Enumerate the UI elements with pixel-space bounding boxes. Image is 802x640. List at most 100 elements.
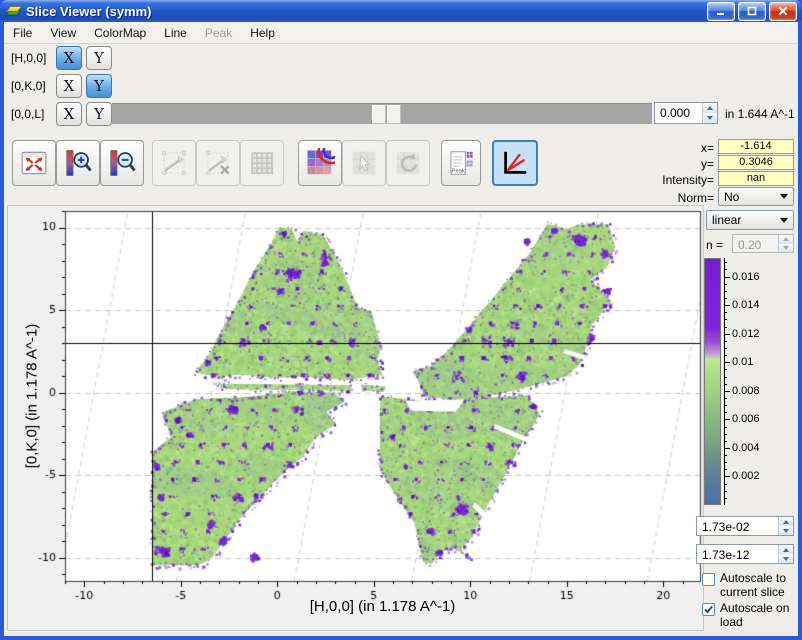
title-bar[interactable]: Slice Viewer (symm) <box>0 0 802 22</box>
colorbar-minor-tick <box>724 262 727 263</box>
min-value[interactable]: 1.73e-12 <box>697 545 778 563</box>
slice-slider[interactable] <box>112 103 652 124</box>
slice-value[interactable]: 0.000 <box>655 103 702 123</box>
norm-label: Norm= <box>602 191 714 205</box>
slice-value-up[interactable] <box>703 103 717 113</box>
colorbar-minor-tick <box>724 348 727 349</box>
colorbar-minor-tick <box>724 455 727 456</box>
slice-value-down[interactable] <box>703 113 717 123</box>
y-readout-value: 0.3046 <box>718 155 794 170</box>
min-up[interactable] <box>779 545 793 554</box>
colorbar-minor-tick <box>724 384 727 385</box>
colorbar-gradient <box>704 258 721 505</box>
rebin-button[interactable] <box>298 140 342 186</box>
max-value-spinbox[interactable]: 1.73e-02 <box>696 516 794 536</box>
colorbar-minor-tick <box>724 298 727 299</box>
menu-peak: Peak <box>196 22 241 43</box>
colorbar-minor-tick <box>724 434 727 435</box>
slice-viewer-window: Slice Viewer (symm) File View ColorMap L… <box>0 0 802 640</box>
dim-00l-label: [0,0,L] <box>11 107 44 121</box>
autoscale-load-checkbox[interactable] <box>702 603 715 616</box>
minimize-button[interactable] <box>707 2 735 21</box>
chevron-down-icon <box>780 218 788 223</box>
line-draw-button <box>152 140 196 186</box>
norm-dropdown-value: No <box>724 190 739 204</box>
line-mode-icon <box>500 148 530 178</box>
rebin-icon <box>305 148 335 178</box>
check-icon <box>703 604 714 615</box>
grid-icon <box>247 148 277 178</box>
line-mode-button[interactable] <box>492 140 538 186</box>
min-down[interactable] <box>779 554 793 563</box>
dim-00l-x-button[interactable]: X <box>56 102 82 126</box>
menu-colormap[interactable]: ColorMap <box>85 22 155 43</box>
colorbar-major-tick <box>724 419 730 420</box>
colorbar-tick-label: 0.004 <box>732 443 760 453</box>
zoom-out-icon <box>107 148 137 178</box>
zoom-out-button[interactable] <box>100 140 144 186</box>
colorbar-minor-tick <box>724 427 727 428</box>
n-value: 0.20 <box>733 235 778 252</box>
colorbar-minor-tick <box>724 441 727 442</box>
autoscale-slice-checkbox[interactable] <box>702 573 715 586</box>
reset-view-icon <box>19 148 49 178</box>
colorbar-minor-tick <box>724 484 727 485</box>
norm-dropdown[interactable]: No <box>718 187 794 206</box>
max-down[interactable] <box>779 526 793 535</box>
max-value[interactable]: 1.73e-02 <box>697 517 778 535</box>
zoom-in-button[interactable] <box>56 140 100 186</box>
colorbar-axis <box>724 258 725 505</box>
cursor-button <box>342 140 386 186</box>
slice-value-spinbox[interactable]: 0.000 <box>654 102 718 124</box>
cursor-icon <box>349 148 379 178</box>
menu-help[interactable]: Help <box>241 22 284 43</box>
line-clear-button <box>196 140 240 186</box>
dim-00l-y-button[interactable]: Y <box>86 102 112 126</box>
app-icon <box>5 4 21 18</box>
menu-view[interactable]: View <box>41 22 85 43</box>
colorbar-tick-label: 0.014 <box>732 300 760 310</box>
peak-overlay-button[interactable]: Peak <box>441 140 481 186</box>
slice-slider-handle[interactable] <box>372 105 401 124</box>
colorbar-minor-tick <box>724 291 727 292</box>
close-button[interactable] <box>769 2 797 21</box>
colorbar-minor-tick <box>724 405 727 406</box>
colorbar-minor-tick <box>724 284 727 285</box>
peak-overlay-icon: Peak <box>446 148 476 178</box>
n-up <box>779 235 793 244</box>
dim-h00-x-button[interactable]: X <box>56 46 82 70</box>
n-label: n = <box>706 238 723 252</box>
min-value-spinbox[interactable]: 1.73e-12 <box>696 544 794 564</box>
colorbar-minor-tick <box>724 498 727 499</box>
colorbar-minor-tick <box>724 377 727 378</box>
dim-0k0-label: [0,K,0] <box>11 79 46 93</box>
colorbar-minor-tick <box>724 412 727 413</box>
x-readout-label: x= <box>602 141 714 155</box>
window-title: Slice Viewer (symm) <box>26 4 707 19</box>
dim-h00-label: [H,0,0] <box>11 51 46 65</box>
n-down <box>779 244 793 253</box>
menu-bar: File View ColorMap Line Peak Help <box>4 22 798 44</box>
slice-unit-label: in 1.644 A^-1 <box>725 107 795 121</box>
max-up[interactable] <box>779 517 793 526</box>
colorbar-minor-tick <box>724 269 727 270</box>
colorbar-major-tick <box>724 334 730 335</box>
colorbar-minor-tick <box>724 398 727 399</box>
slice-plot-canvas[interactable] <box>8 206 703 630</box>
grid-button <box>240 140 284 186</box>
dim-0k0-y-button[interactable]: Y <box>86 74 112 98</box>
colorbar-minor-tick <box>724 491 727 492</box>
colorbar-major-tick <box>724 476 730 477</box>
scale-type-dropdown[interactable]: linear <box>706 210 794 230</box>
intensity-readout-value: nan <box>718 171 794 186</box>
dim-h00-y-button[interactable]: Y <box>86 46 112 70</box>
maximize-button[interactable] <box>738 2 766 21</box>
x-axis-label: [H,0,0] (in 1.178 A^-1) <box>65 598 700 615</box>
maximize-icon <box>746 6 758 16</box>
menu-file[interactable]: File <box>4 22 41 43</box>
colorbar-minor-tick <box>724 462 727 463</box>
menu-line[interactable]: Line <box>155 22 196 43</box>
dim-0k0-x-button[interactable]: X <box>56 74 82 98</box>
reset-view-button[interactable] <box>12 140 56 186</box>
autoscale-load-label: Autoscale on load <box>720 601 798 629</box>
